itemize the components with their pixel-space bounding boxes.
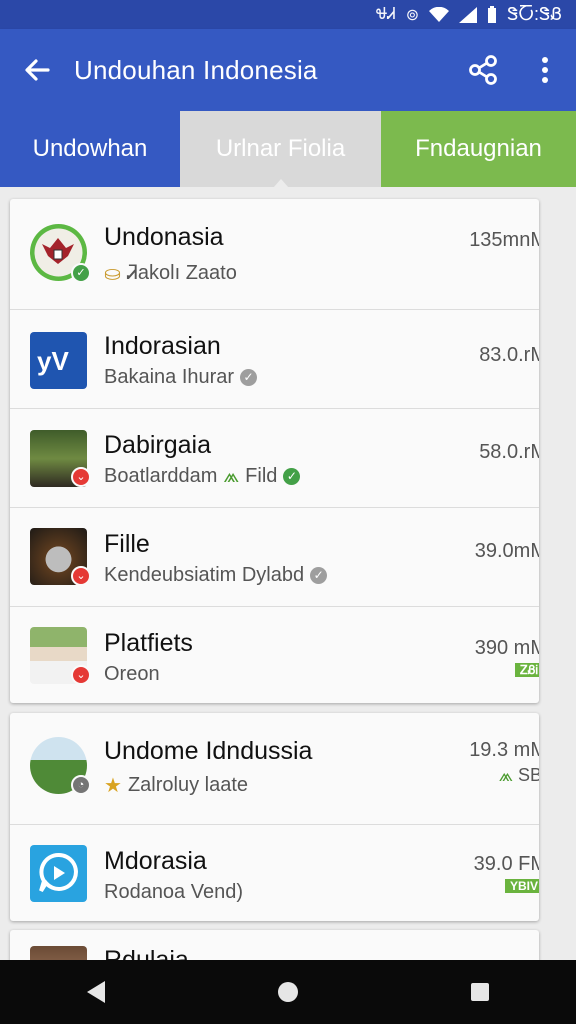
tab-label: Undowhan — [32, 135, 148, 162]
app-bar: Undouhan Indonesia — [0, 29, 576, 111]
page-title: Undouhan Indonesia — [74, 54, 318, 85]
item-size: 58.0.rM — [479, 441, 539, 463]
nav-recents-icon — [471, 983, 489, 1001]
item-name: Dabirgaia — [104, 431, 212, 459]
item-subtitle: ⛀ Ꮨakolı Zaato — [104, 262, 237, 285]
leaf-icon: ⩕ — [223, 465, 240, 487]
chat-bubble-icon — [30, 845, 87, 902]
list-item[interactable]: ⌄ Fille Kendeubsiatim Dylabd ✓ 39.0mM — [10, 508, 539, 607]
back-arrow-icon — [25, 59, 50, 81]
overflow-menu-button[interactable] — [514, 29, 576, 111]
cup-icon: ⛀ — [104, 263, 121, 285]
list-item[interactable]: ⌄ Platfiets Oreon 390 mM ᏃᏰᎥ — [10, 607, 539, 703]
item-size: 135mnM — [469, 229, 539, 251]
item-size: 83.0.rM — [479, 344, 539, 366]
signal-icon — [459, 6, 478, 23]
data-saver-icon: ⊚ — [405, 6, 420, 24]
item-name: Platfiets — [104, 629, 193, 657]
selected-tab-pointer — [272, 179, 289, 188]
svg-text:yV: yV — [37, 346, 69, 376]
more-vertical-icon — [542, 57, 548, 83]
list-item[interactable]: ⌄ Dabirgaia Boatlarddam ⩕ Fild ✓ 58.0.rM — [10, 409, 539, 508]
item-name: Undome Idndussia — [104, 737, 313, 765]
wifi-icon — [429, 6, 450, 22]
leaf-icon: ⩕ — [498, 765, 513, 785]
item-subtitle: Kendeubsiatim Dylabd ✓ — [104, 564, 328, 587]
item-size: 39.0mM — [474, 540, 539, 562]
nfc-icon: ᏠᏗ — [375, 5, 396, 23]
nav-back-button[interactable] — [56, 960, 136, 1024]
item-name: Indorasian — [104, 332, 221, 360]
tab-urlnar-fiolia[interactable]: Urlnar Fiolia — [180, 111, 381, 188]
back-button[interactable] — [0, 29, 74, 111]
item-name: Undonasia — [104, 223, 224, 251]
list-item[interactable]: yV Indorasian Bakaina Ihurar ✓ 83.0.rM — [10, 310, 539, 409]
clock: ᏕႠ:ᏕᏰ — [507, 4, 562, 24]
verified-icon: ✓ — [310, 567, 328, 584]
list-item[interactable]: Mdorasia Rodanoa Vend) 39.0 FM YBIV — [10, 825, 539, 921]
share-icon — [469, 55, 497, 85]
nav-home-icon — [278, 982, 298, 1002]
list-card: ✓ Undonasia ⛀ Ꮨakolı Zaato 135mnM yV Ind… — [10, 199, 539, 703]
check-badge-icon: ✓ — [71, 263, 91, 283]
tab-label: Fndaugnian — [415, 135, 542, 162]
item-size: 19.3 mM — [469, 739, 539, 761]
list-item[interactable]: ◔ Undome Idndussia ★ Zalroluy laate 19.3… — [10, 713, 539, 825]
verified-icon: ✓ — [240, 369, 258, 386]
item-size-extra: ⩕ SBI — [498, 765, 539, 785]
nav-home-button[interactable] — [248, 960, 328, 1024]
download-badge-icon: ⌄ — [71, 566, 91, 586]
tab-bar: Undowhan Urlnar Fiolia Fndaugnian — [0, 111, 576, 188]
tab-fndaugnian[interactable]: Fndaugnian — [381, 111, 576, 187]
yv-logo-icon: yV — [30, 332, 87, 389]
tab-undowhan[interactable]: Undowhan — [0, 111, 180, 187]
quality-badge: YBIV — [504, 879, 539, 893]
nav-recents-button[interactable] — [440, 960, 520, 1024]
item-subtitle: Rodanoa Vend) — [104, 881, 244, 903]
item-subtitle: Bakaina Ihurar ✓ — [104, 366, 258, 389]
pending-badge-icon: ◔ — [71, 775, 91, 795]
tab-label: Urlnar Fiolia — [215, 135, 346, 162]
quality-badge: ᏃᏰᎥ — [515, 663, 539, 677]
item-name: Fille — [104, 530, 150, 558]
item-size: 39.0 FM — [473, 853, 539, 875]
download-badge-icon: ⌄ — [71, 467, 91, 487]
system-nav-bar — [0, 960, 576, 1024]
item-name: Mdorasia — [104, 847, 207, 875]
item-size: 390 mM — [474, 637, 539, 659]
item-subtitle: Oreon — [104, 663, 160, 685]
list-card: ◔ Undome Idndussia ★ Zalroluy laate 19.3… — [10, 713, 539, 921]
list-item[interactable]: ✓ Undonasia ⛀ Ꮨakolı Zaato 135mnM — [10, 199, 539, 310]
verified-icon: ✓ — [283, 468, 301, 485]
status-bar: ᏠᏗ ⊚ ᏕႠ:ᏕᏰ — [0, 0, 576, 29]
item-subtitle: Boatlarddam ⩕ Fild ✓ — [104, 465, 301, 488]
star-icon: ★ — [104, 775, 122, 797]
battery-icon — [488, 5, 497, 23]
nav-back-icon — [87, 981, 105, 1003]
share-button[interactable] — [452, 29, 514, 111]
download-badge-icon: ⌄ — [71, 665, 91, 685]
item-subtitle: ★ Zalroluy laate — [104, 774, 248, 797]
